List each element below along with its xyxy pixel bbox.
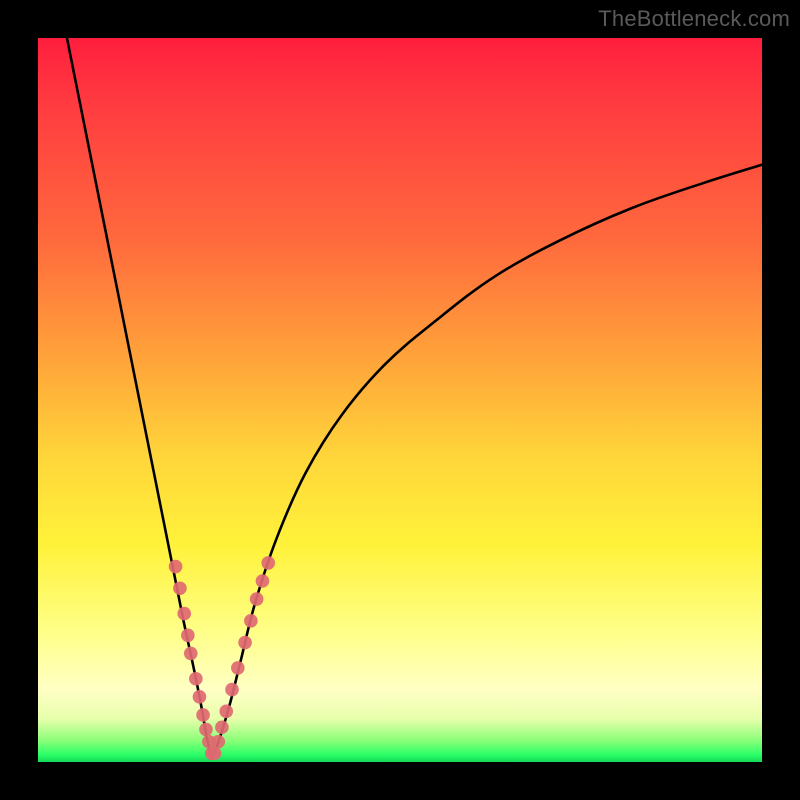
marker-point <box>169 560 183 574</box>
marker-point <box>211 735 225 749</box>
marker-point <box>196 708 210 722</box>
marker-point <box>215 720 229 734</box>
curve-layer <box>67 38 762 758</box>
outer-frame: TheBottleneck.com <box>0 0 800 800</box>
marker-point <box>256 574 270 588</box>
marker-layer <box>169 556 275 760</box>
watermark-text: TheBottleneck.com <box>598 6 790 32</box>
marker-point <box>225 683 239 697</box>
marker-point <box>181 629 195 643</box>
chart-svg <box>38 38 762 762</box>
marker-point <box>177 607 191 621</box>
curve-right-branch <box>212 165 762 759</box>
marker-point <box>208 747 222 761</box>
marker-point <box>184 647 198 661</box>
marker-point <box>173 581 187 595</box>
marker-point <box>189 672 203 686</box>
plot-area <box>38 38 762 762</box>
marker-point <box>261 556 275 570</box>
marker-point <box>238 636 252 650</box>
marker-point <box>219 705 233 719</box>
marker-point <box>231 661 245 675</box>
marker-point <box>193 690 207 704</box>
marker-point <box>199 723 213 737</box>
marker-point <box>244 614 258 628</box>
marker-point <box>250 592 264 606</box>
